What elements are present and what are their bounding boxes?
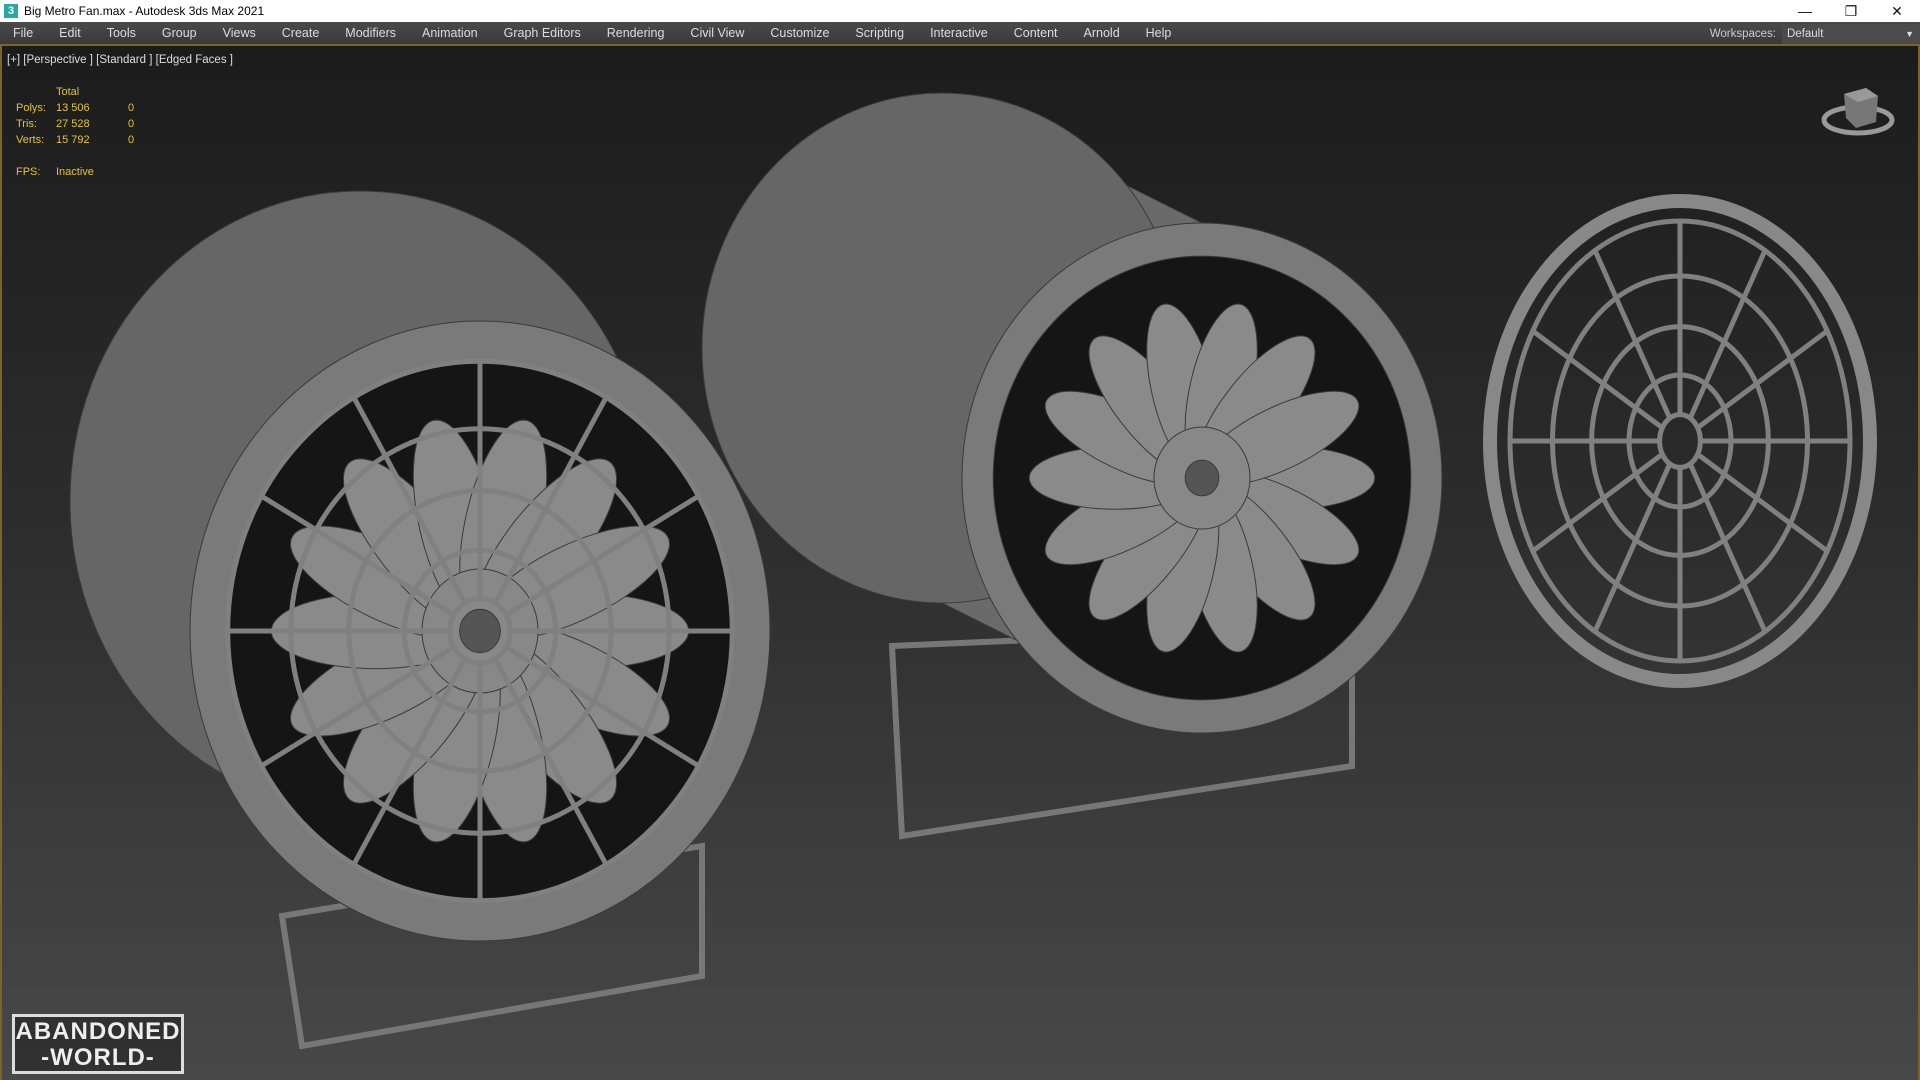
title-bar: 3 Big Metro Fan.max - Autodesk 3ds Max 2… (0, 0, 1920, 22)
grill-grill-spoke (1687, 462, 1768, 633)
app-icon: 3 (4, 4, 18, 18)
stats-value: 13 506 (56, 102, 90, 114)
menu-scripting[interactable]: Scripting (855, 26, 904, 40)
statistics-overlay: Total Polys: 13 506 0 Tris: 27 528 0 Verts: 1… (16, 84, 134, 180)
menu-group[interactable]: Group (162, 26, 197, 40)
stats-value: 15 792 (56, 134, 90, 146)
fps-label: FPS: (16, 166, 41, 178)
stats-selected: 0 (128, 118, 135, 130)
menu-content[interactable]: Content (1014, 26, 1058, 40)
viewcube-icon[interactable] (1818, 80, 1898, 140)
menu-civil-view[interactable]: Civil View (690, 26, 744, 40)
grill-grill-spoke (1592, 249, 1673, 420)
window-title: Big Metro Fan.max - Autodesk 3ds Max 202… (24, 4, 265, 18)
logo-text: -WORLD- (41, 1044, 155, 1071)
menu-customize[interactable]: Customize (770, 26, 829, 40)
stats-key: Verts: (16, 134, 45, 146)
stats-row: Verts: 15 792 0 (16, 132, 134, 148)
menu-graph-editors[interactable]: Graph Editors (504, 26, 581, 40)
menu-rendering[interactable]: Rendering (607, 26, 665, 40)
menu-edit[interactable]: Edit (59, 26, 81, 40)
left-fan-hub-cap (459, 608, 501, 654)
stats-key: Tris: (16, 118, 37, 130)
workspaces: Workspaces: Default ▼ (1710, 22, 1920, 46)
fps-value: Inactive (56, 166, 94, 178)
menu-interactive[interactable]: Interactive (930, 26, 988, 40)
minimize-button[interactable]: — (1782, 0, 1828, 22)
restore-button[interactable]: ❐ (1828, 0, 1874, 22)
stats-value: 27 528 (56, 118, 90, 130)
logo-text: ABANDONED (15, 1018, 181, 1045)
menu-help[interactable]: Help (1146, 26, 1172, 40)
menu-create[interactable]: Create (282, 26, 320, 40)
abandoned-world-logo: ABANDONED -WORLD- (12, 1014, 184, 1074)
stats-selected: 0 (128, 102, 135, 114)
grill-grill-spoke (1687, 249, 1768, 420)
grill-grill-spoke (1592, 462, 1673, 633)
scene-render (69, 92, 1877, 1050)
workspaces-value: Default (1787, 28, 1824, 40)
menu-modifiers[interactable]: Modifiers (345, 26, 396, 40)
chevron-down-icon: ▼ (1905, 29, 1914, 39)
stats-selected: 0 (128, 134, 135, 146)
workspaces-dropdown[interactable]: Default ▼ (1782, 24, 1920, 44)
stats-header: Total (56, 86, 80, 98)
menu-animation[interactable]: Animation (422, 26, 478, 40)
menu-views[interactable]: Views (223, 26, 256, 40)
close-button[interactable]: ✕ (1874, 0, 1920, 22)
viewport-label-menu[interactable]: [+] [Perspective ] [Standard ] [Edged Fa… (7, 54, 233, 66)
menu-file[interactable]: File (13, 26, 33, 40)
stats-key: Polys: (16, 102, 46, 114)
perspective-viewport[interactable]: [+] [Perspective ] [Standard ] [Edged Fa… (0, 46, 1920, 1080)
grill-grill-ring (1657, 412, 1703, 470)
stats-row: Polys: 13 506 0 (16, 100, 134, 116)
workspaces-label: Workspaces: (1709, 28, 1776, 40)
menu-arnold[interactable]: Arnold (1084, 26, 1120, 40)
menu-tools[interactable]: Tools (107, 26, 136, 40)
menu-bar: File Edit Tools Group Views Create Modifiers An… (0, 22, 1920, 46)
stats-row: Tris: 27 528 0 (16, 116, 134, 132)
middle-fan-hub-cap (1184, 459, 1220, 497)
